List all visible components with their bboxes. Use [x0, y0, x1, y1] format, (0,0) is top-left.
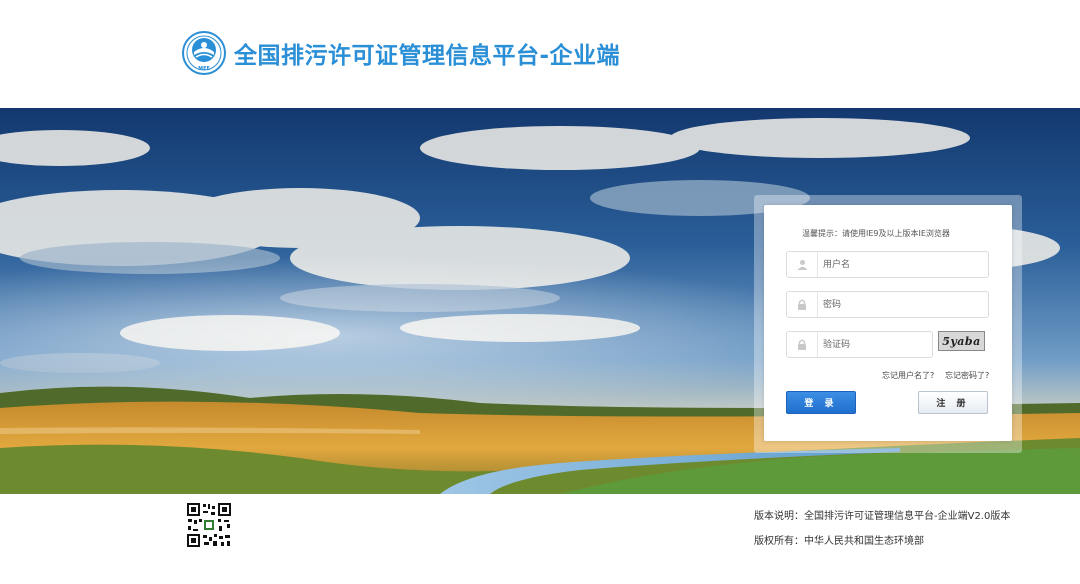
password-input[interactable]	[823, 296, 980, 313]
captcha-image[interactable]: 5yaba	[938, 331, 985, 351]
copyright-note: 版权所有：中华人民共和国生态环境部	[754, 536, 924, 547]
lock-icon	[787, 292, 818, 317]
login-button[interactable]: 登 录	[786, 391, 856, 414]
captcha-field[interactable]	[786, 331, 933, 358]
version-note: 版本说明：全国排污许可证管理信息平台-企业端V2.0版本	[754, 511, 1011, 522]
user-icon	[787, 252, 818, 277]
password-field[interactable]	[786, 291, 989, 318]
qr-code-icon	[186, 502, 232, 548]
browser-tip: 温馨提示：请使用IE9及以上版本IE浏览器	[802, 229, 950, 238]
username-input[interactable]	[823, 256, 980, 273]
svg-text:MEE: MEE	[198, 66, 210, 72]
forgot-password-link[interactable]: 忘记密码了?	[945, 370, 989, 381]
lock-icon	[787, 332, 818, 357]
forgot-username-link[interactable]: 忘记用户名了?	[882, 370, 934, 381]
page-title: 全国排污许可证管理信息平台-企业端	[234, 43, 621, 69]
captcha-input[interactable]	[823, 336, 924, 353]
username-field[interactable]	[786, 251, 989, 278]
mee-emblem-icon: MEE	[182, 31, 226, 75]
page-header: MEE 全国排污许可证管理信息平台-企业端	[0, 0, 1080, 108]
register-button[interactable]: 注 册	[918, 391, 988, 414]
login-form: 温馨提示：请使用IE9及以上版本IE浏览器 5yaba 忘记用户名了? 忘记密码…	[764, 205, 1012, 441]
